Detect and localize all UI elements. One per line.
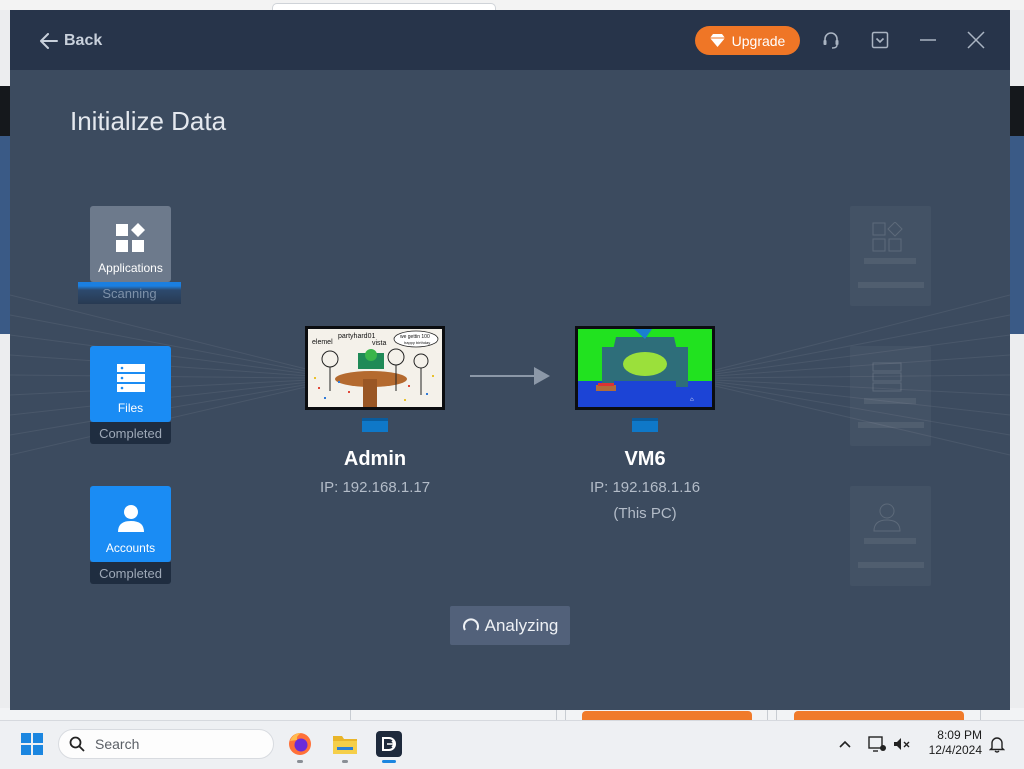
file-explorer-taskbar-icon[interactable]: [329, 728, 361, 760]
clock-time: 8:09 PM: [937, 728, 982, 742]
chevron-up-icon[interactable]: [834, 733, 856, 755]
user-icon: [117, 505, 144, 532]
close-icon[interactable]: [964, 28, 988, 52]
support-headset-icon[interactable]: [819, 28, 843, 52]
placeholder-bar: [858, 422, 924, 428]
volume-muted-icon[interactable]: [891, 733, 913, 755]
apps-icon: [115, 223, 145, 252]
source-pc-screen: partyhard01 vista elemel we gettin 100 h…: [305, 326, 445, 410]
running-indicator: [342, 760, 348, 763]
search-placeholder: Search: [95, 736, 140, 752]
target-pc-monitor: ⌂: [575, 326, 715, 410]
upgrade-button[interactable]: Upgrade: [695, 26, 800, 55]
wallpaper-text: vista: [372, 340, 387, 347]
search-icon: [69, 736, 85, 752]
active-indicator: [382, 760, 396, 763]
source-pc-ip: IP: 192.168.1.17: [319, 479, 431, 496]
category-status: Completed: [90, 562, 171, 584]
start-button[interactable]: [16, 728, 48, 760]
target-placeholder-applications: [850, 206, 931, 306]
files-icon: [872, 362, 902, 392]
target-placeholder-accounts: [850, 486, 931, 586]
category-tile-accounts[interactable]: Accounts: [90, 486, 171, 562]
category-label: Applications: [98, 261, 163, 275]
source-wallpaper-image: partyhard01 vista elemel we gettin 100 h…: [312, 330, 439, 407]
source-pc-name: Admin: [343, 448, 407, 470]
category-tile-files[interactable]: Files: [90, 346, 171, 422]
category-tile-applications[interactable]: Applications: [90, 206, 171, 282]
target-pc-ip: IP: 192.168.1.16: [589, 479, 701, 496]
analyzing-label: Analyzing: [484, 615, 559, 635]
background-browser-strip: [0, 0, 1024, 10]
svg-text:⌂: ⌂: [690, 397, 694, 403]
source-pc-monitor: partyhard01 vista elemel we gettin 100 h…: [305, 326, 445, 410]
target-wallpaper-image: ⌂: [578, 329, 712, 407]
placeholder-bar: [864, 398, 916, 404]
analyzing-button[interactable]: Analyzing: [450, 606, 570, 645]
arrow-left-icon: [40, 33, 58, 49]
taskbar-clock[interactable]: 8:09 PM 12/4/2024: [916, 728, 982, 758]
apps-icon: [872, 222, 903, 252]
target-pc-screen: ⌂: [575, 326, 715, 410]
windows-logo-icon: [21, 733, 43, 755]
wallpaper-text: happy birthday: [404, 340, 430, 345]
placeholder-bar: [858, 282, 924, 288]
transfer-app-taskbar-icon[interactable]: [373, 728, 405, 760]
placeholder-bar: [864, 258, 916, 264]
wallpaper-text: elemel: [312, 339, 333, 346]
app-window: Back Upgrade Initialize Data Application…: [10, 10, 1010, 710]
wallpaper-text: partyhard01: [338, 333, 375, 340]
network-icon[interactable]: [866, 733, 888, 755]
category-label: Files: [117, 401, 144, 415]
transfer-arrow-icon: [470, 367, 550, 385]
target-placeholder-files: [850, 346, 931, 446]
back-label: Back: [64, 32, 103, 49]
back-button[interactable]: Back: [40, 30, 102, 52]
category-status: Completed: [90, 422, 171, 444]
title-bar: Back Upgrade: [10, 10, 1010, 70]
firefox-taskbar-icon[interactable]: [284, 728, 316, 760]
minimize-icon[interactable]: [916, 28, 940, 52]
files-icon: [116, 364, 145, 392]
running-indicator: [297, 760, 303, 763]
download-icon[interactable]: [868, 28, 892, 52]
clock-date: 12/4/2024: [928, 743, 982, 757]
category-status-scanning: Scanning: [78, 282, 181, 304]
placeholder-bar: [858, 562, 924, 568]
placeholder-bar: [864, 538, 916, 544]
taskbar-search-box[interactable]: Search: [58, 729, 274, 759]
target-pc-note: (This PC): [613, 505, 677, 522]
category-label: Accounts: [105, 541, 156, 555]
spinner-icon: [462, 617, 479, 631]
page-title: Initialize Data: [70, 106, 227, 136]
user-icon: [873, 503, 901, 532]
monitor-stand: [632, 418, 658, 432]
notification-bell-icon[interactable]: [986, 733, 1008, 755]
target-pc-name: VM6: [624, 448, 666, 470]
upgrade-label: Upgrade: [731, 32, 786, 49]
monitor-stand: [362, 418, 388, 432]
diamond-icon: [709, 34, 725, 47]
